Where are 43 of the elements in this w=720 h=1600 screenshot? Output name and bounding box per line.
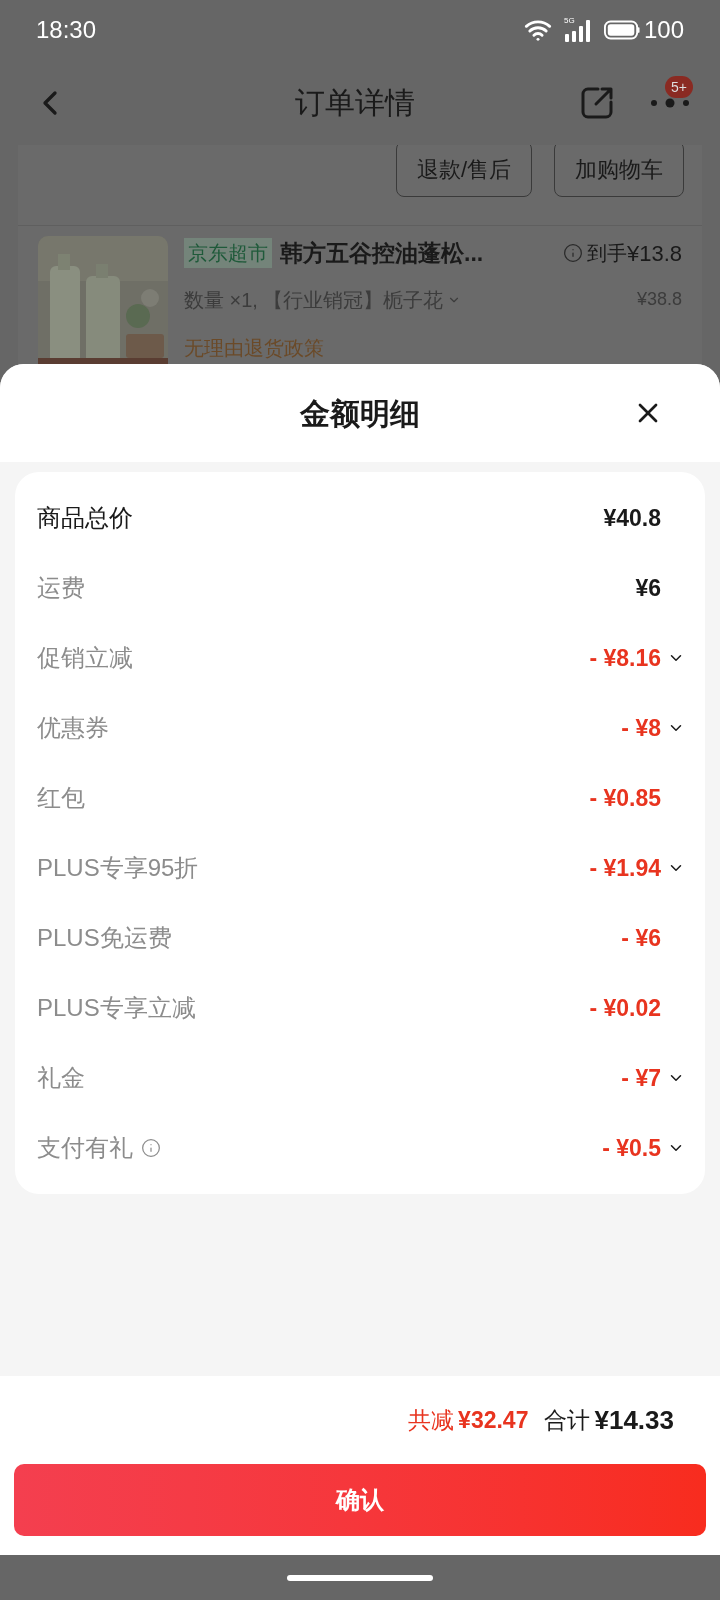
share-icon[interactable] — [580, 85, 614, 120]
row-amount: - ¥0.02 — [589, 993, 661, 1023]
row-label: 运费 — [37, 573, 85, 603]
network-type: 5G — [563, 17, 575, 25]
home-indicator[interactable] — [287, 1574, 433, 1581]
row-label: PLUS专享95折 — [37, 853, 199, 883]
row-amount: - ¥7 — [621, 1063, 661, 1093]
row-amount: ¥6 — [635, 573, 661, 603]
page-title: 订单详情 — [294, 85, 416, 121]
price-label: 到手 — [586, 241, 627, 267]
row-amount: - ¥0.85 — [589, 783, 661, 813]
row-label: 礼金 — [37, 1063, 85, 1093]
notification-badge: 5+ — [665, 75, 693, 98]
signal-icon — [563, 20, 590, 42]
final-price: ¥13.8 — [626, 239, 682, 268]
status-time: 18:30 — [36, 15, 97, 45]
row-label: 红包 — [37, 783, 85, 813]
row-amount: - ¥8.16 — [589, 643, 661, 673]
row-label: 支付有礼 — [37, 1133, 133, 1163]
return-policy: 无理由退货政策 — [184, 336, 324, 359]
row-label: PLUS专享立减 — [37, 993, 196, 1023]
row-label: PLUS免运费 — [37, 923, 172, 953]
battery-level: 100 — [643, 15, 684, 45]
row-amount: ¥40.8 — [603, 503, 661, 533]
saved-amount: ¥32.47 — [458, 1405, 529, 1435]
store-tag: 京东超市 — [184, 238, 272, 269]
row-amount: - ¥8 — [621, 713, 661, 743]
row-label: 促销立减 — [37, 643, 133, 673]
saved-label: 共减 — [408, 1405, 455, 1435]
row-label: 优惠券 — [37, 713, 109, 743]
info-icon[interactable] — [562, 243, 583, 264]
row-amount: - ¥6 — [621, 923, 661, 953]
total-label: 合计 — [544, 1405, 591, 1435]
product-name: 韩方五谷控油蓬松... — [280, 239, 484, 268]
info-icon[interactable] — [141, 1138, 161, 1158]
confirm-button[interactable]: 确认 — [14, 1464, 706, 1536]
sheet-title: 金额明细 — [300, 395, 420, 432]
row-label: 商品总价 — [37, 503, 133, 533]
total-amount: ¥14.33 — [594, 1403, 674, 1437]
battery-icon — [603, 19, 640, 41]
row-amount: - ¥0.5 — [602, 1133, 661, 1163]
more-icon[interactable] — [650, 97, 690, 108]
row-amount: - ¥1.94 — [589, 853, 661, 883]
